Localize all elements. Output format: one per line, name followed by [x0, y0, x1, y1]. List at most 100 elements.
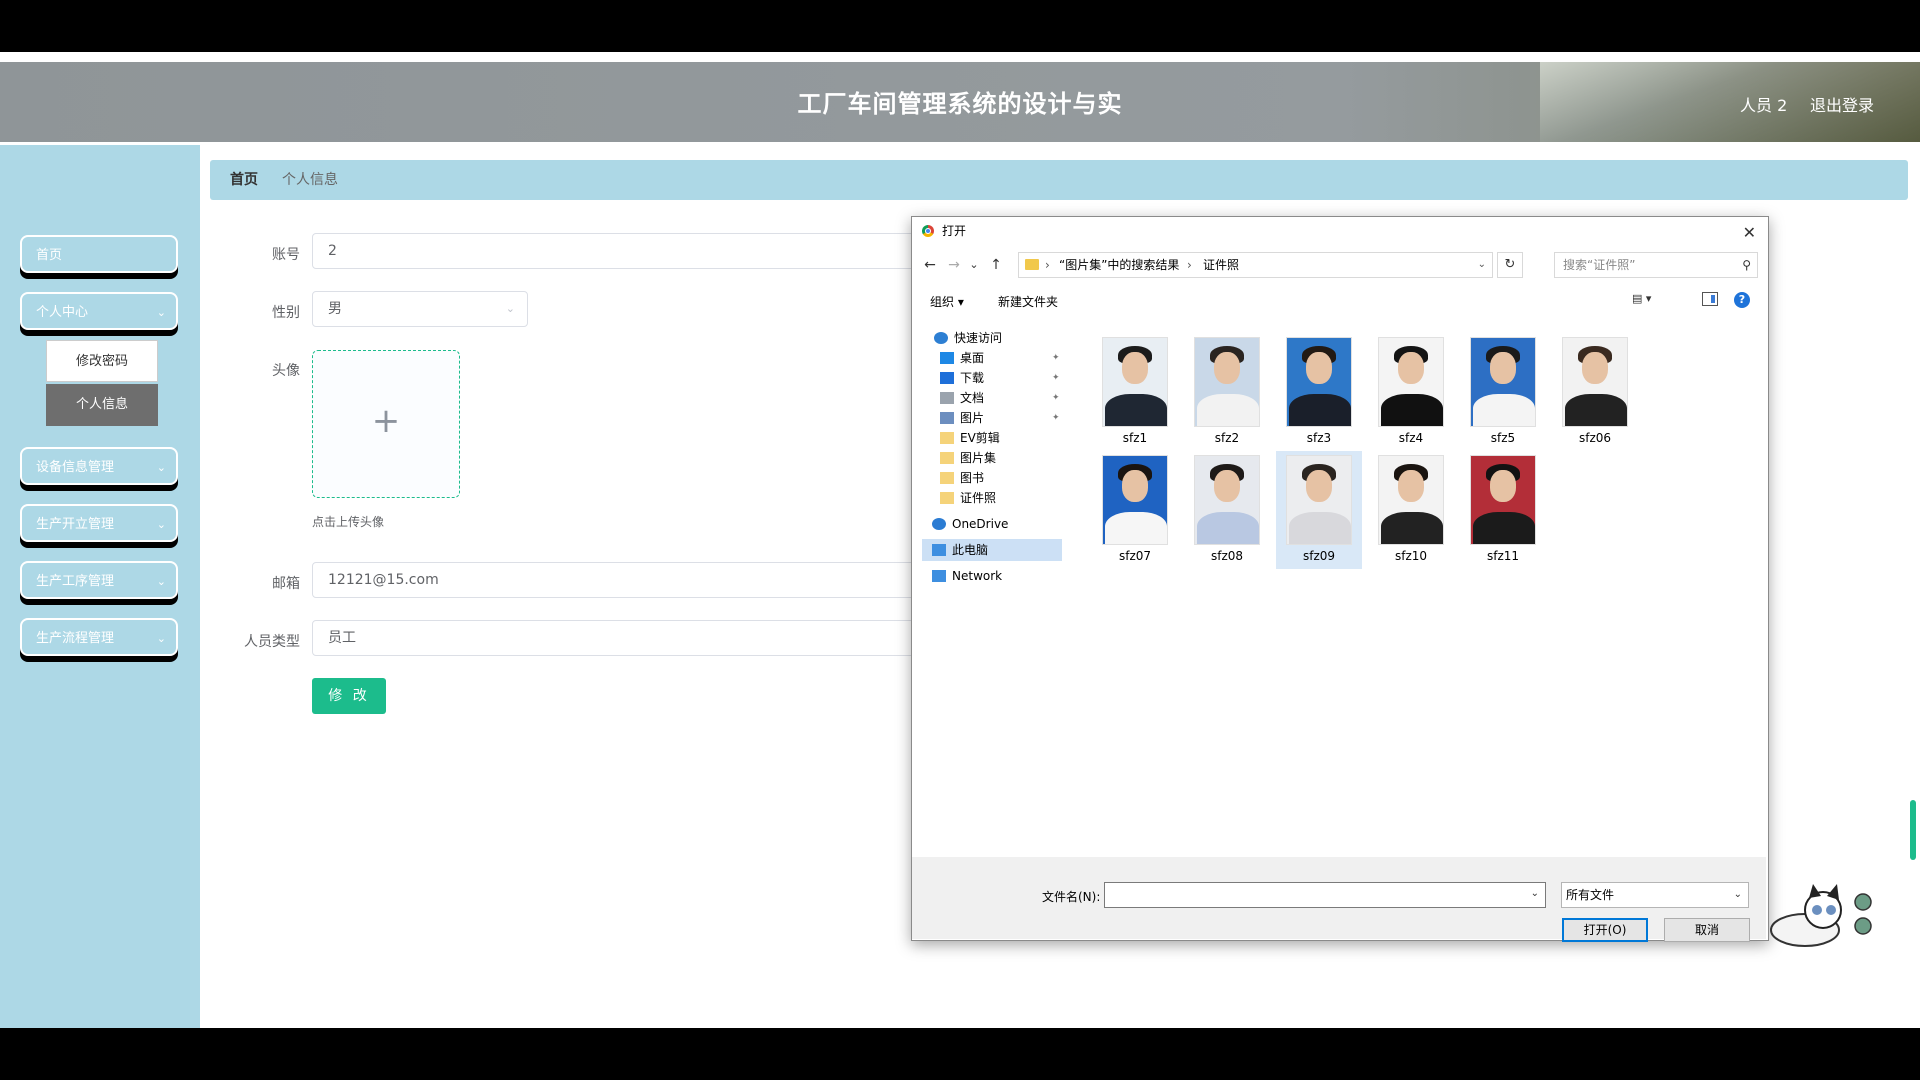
cloud-icon	[932, 518, 946, 530]
nav-item[interactable]: 证件照	[922, 487, 1062, 509]
gender-label: 性别	[272, 305, 300, 321]
nav-item-label: EV剪辑	[960, 431, 1000, 445]
file-item[interactable]: sfz08	[1184, 451, 1270, 569]
recent-locations-icon[interactable]: ⌄	[964, 255, 984, 275]
dialog-toolbar: 组织 ▾ 新建文件夹 ▤ ▾ ?	[912, 287, 1766, 315]
photo-thumbnail	[1102, 337, 1168, 427]
file-item[interactable]: sfz1	[1092, 333, 1178, 451]
back-icon[interactable]: ←	[920, 255, 940, 275]
email-label: 邮箱	[272, 576, 300, 592]
file-name: sfz2	[1214, 431, 1240, 445]
avatar-upload[interactable]: +	[312, 350, 460, 498]
file-item[interactable]: sfz10	[1368, 451, 1454, 569]
sidebar-item-label: 生产开立管理	[36, 517, 115, 532]
address-bar[interactable]: › “图片集”中的搜索结果 › 证件照 ⌄	[1018, 252, 1493, 278]
chevron-down-icon: ⌄	[156, 575, 166, 588]
breadcrumb-current: 个人信息	[282, 172, 338, 188]
photo-thumbnail	[1378, 337, 1444, 427]
nav-item[interactable]: Network	[922, 565, 1062, 587]
filename-input[interactable]: ⌄	[1104, 882, 1546, 908]
nav-item[interactable]: 此电脑	[922, 539, 1062, 561]
refresh-icon[interactable]: ↻	[1497, 252, 1523, 278]
nav-item[interactable]: 图片 ✦	[922, 407, 1062, 429]
organize-button[interactable]: 组织 ▾	[930, 293, 964, 310]
folder-icon	[940, 472, 954, 484]
staff-type-label: 人员类型	[244, 634, 300, 650]
nav-item[interactable]: 文档 ✦	[922, 387, 1062, 409]
sidebar-item-label: 首页	[36, 248, 63, 263]
file-name: sfz09	[1302, 549, 1336, 563]
gender-select[interactable]: 男 ⌄	[312, 291, 528, 327]
chevron-down-icon: ⌄	[505, 302, 515, 315]
photo-thumbnail	[1286, 337, 1352, 427]
file-name: sfz06	[1578, 431, 1612, 445]
forward-icon[interactable]: →	[944, 255, 964, 275]
up-icon[interactable]: ↑	[986, 255, 1006, 275]
sidebar-item-production-flow[interactable]: 生产流程管理 ⌄	[20, 618, 178, 656]
cancel-button[interactable]: 取消	[1664, 918, 1750, 942]
nav-item[interactable]: 桌面 ✦	[922, 347, 1062, 369]
nav-item[interactable]: 图书	[922, 467, 1062, 489]
sidebar-item-home[interactable]: 首页	[20, 235, 178, 273]
sidebar-item-personal-center[interactable]: 个人中心 ⌄	[20, 292, 178, 330]
dialog-title: 打开	[942, 224, 967, 238]
nav-item-label: 文档	[960, 391, 985, 405]
file-name: sfz5	[1490, 431, 1516, 445]
help-icon[interactable]: ?	[1734, 292, 1750, 308]
search-input[interactable]: 搜索“证件照” ⚲	[1554, 252, 1758, 278]
nav-item[interactable]: 快速访问	[922, 327, 1062, 349]
path-segment-folder[interactable]: 证件照	[1203, 253, 1239, 277]
computer-icon	[932, 544, 946, 556]
sidebar-item-label: 生产流程管理	[36, 631, 115, 646]
chevron-down-icon[interactable]: ⌄	[1531, 888, 1539, 899]
photo-thumbnail	[1194, 337, 1260, 427]
view-options-icon[interactable]: ▤ ▾	[1632, 292, 1662, 310]
file-item[interactable]: sfz4	[1368, 333, 1454, 451]
breadcrumb-home[interactable]: 首页	[230, 160, 258, 200]
preview-pane-icon[interactable]	[1702, 292, 1718, 306]
file-item[interactable]: sfz2	[1184, 333, 1270, 451]
open-button[interactable]: 打开(O)	[1562, 918, 1648, 942]
modify-button[interactable]: 修 改	[312, 678, 386, 714]
new-folder-button[interactable]: 新建文件夹	[998, 293, 1058, 310]
submenu-personal-info[interactable]: 个人信息	[46, 384, 158, 426]
logout-link[interactable]: 退出登录	[1810, 92, 1874, 116]
close-icon[interactable]: ✕	[1743, 219, 1756, 247]
nav-item-label: 图书	[960, 471, 985, 485]
photo-thumbnail	[1102, 455, 1168, 545]
upload-tip: 点击上传头像	[312, 515, 385, 529]
nav-item[interactable]: OneDrive	[922, 513, 1062, 535]
file-item[interactable]: sfz07	[1092, 451, 1178, 569]
path-separator: ›	[1187, 258, 1192, 272]
nav-item-label: OneDrive	[952, 517, 1009, 531]
page-scrollbar[interactable]	[1910, 800, 1916, 860]
folder-icon	[940, 492, 954, 504]
path-separator: ›	[1045, 258, 1050, 272]
nav-item[interactable]: 下载 ✦	[922, 367, 1062, 389]
file-name: sfz11	[1486, 549, 1520, 563]
sidebar-item-equipment[interactable]: 设备信息管理 ⌄	[20, 447, 178, 485]
file-name: sfz10	[1394, 549, 1428, 563]
mascot-image	[1770, 884, 1872, 947]
file-type-select[interactable]: 所有文件 ⌄	[1561, 882, 1749, 908]
search-placeholder: 搜索“证件照”	[1563, 258, 1636, 272]
chevron-down-icon: ⌄	[156, 632, 166, 645]
file-item[interactable]: sfz5	[1460, 333, 1546, 451]
sidebar-item-production-process[interactable]: 生产工序管理 ⌄	[20, 561, 178, 599]
filename-label: 文件名(N):	[1042, 890, 1101, 904]
file-item[interactable]: sfz3	[1276, 333, 1362, 451]
download-icon	[940, 372, 954, 384]
submenu-change-password[interactable]: 修改密码	[46, 340, 158, 382]
path-segment-search[interactable]: “图片集”中的搜索结果	[1059, 253, 1179, 277]
desktop-icon	[940, 352, 954, 364]
gender-value: 男	[328, 301, 342, 317]
file-item[interactable]: sfz11	[1460, 451, 1546, 569]
file-item[interactable]: sfz06	[1552, 333, 1638, 451]
file-type-value: 所有文件	[1566, 888, 1615, 902]
sidebar-item-production-open[interactable]: 生产开立管理 ⌄	[20, 504, 178, 542]
nav-item[interactable]: EV剪辑	[922, 427, 1062, 449]
nav-item-label: 下载	[960, 371, 985, 385]
file-item[interactable]: sfz09	[1276, 451, 1362, 569]
nav-item[interactable]: 图片集	[922, 447, 1062, 469]
chevron-down-icon[interactable]: ⌄	[1478, 253, 1486, 277]
